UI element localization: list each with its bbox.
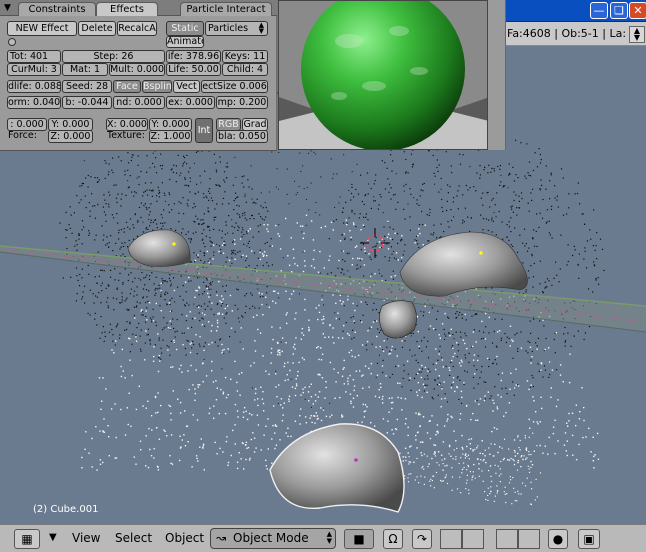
select-arrows-icon: ▲ ▼ bbox=[258, 21, 264, 35]
step-field[interactable]: Step: 26 bbox=[62, 50, 165, 63]
face-toggle[interactable]: Face bbox=[113, 80, 141, 93]
pivot-icon[interactable]: Ω bbox=[383, 529, 403, 549]
int-toggle[interactable]: Int bbox=[195, 118, 213, 143]
force-label: Force: bbox=[8, 130, 37, 141]
render-preview-icon[interactable]: ▣ bbox=[578, 529, 600, 549]
recalc-all-button[interactable]: RecalcA bbox=[117, 21, 157, 36]
normal-field[interactable]: orm: 0.040 bbox=[7, 96, 61, 109]
menu-collapse-icon[interactable]: ▼ bbox=[49, 532, 57, 543]
fish-mesh-right bbox=[399, 231, 528, 297]
mult-field[interactable]: Mult: 0.000 bbox=[109, 63, 165, 76]
minimize-icon[interactable]: — bbox=[590, 2, 608, 19]
fish-mesh-left bbox=[127, 229, 191, 267]
particle-effects-panel: ▼ Constraints Effects Particle Interact … bbox=[0, 0, 277, 151]
fish-mesh-bottom-selected bbox=[269, 423, 405, 513]
texture-label: Texture: bbox=[107, 130, 145, 141]
manipulator-icon[interactable]: ↷ bbox=[412, 529, 432, 549]
total-particles-field[interactable]: Tot: 401 bbox=[7, 50, 61, 63]
obj-field[interactable]: b: -0.044 bbox=[62, 96, 112, 109]
mode-value: Object Mode bbox=[233, 531, 309, 545]
tex-field[interactable]: ex: 0.000 bbox=[166, 96, 215, 109]
scene-stats: Fa:4608 | Ob:5-1 | La: bbox=[507, 27, 627, 40]
child-field[interactable]: Child: 4 bbox=[222, 63, 268, 76]
draw-type-icon[interactable]: ■ bbox=[344, 529, 374, 549]
menu-select[interactable]: Select bbox=[115, 531, 152, 545]
preview-sphere-render bbox=[279, 1, 487, 149]
force-z-field[interactable]: Z: 0.000 bbox=[48, 130, 93, 143]
editor-type-icon[interactable]: ▦ bbox=[14, 529, 40, 549]
tab-particle-interact[interactable]: Particle Interact bbox=[180, 2, 272, 16]
delete-effect-button[interactable]: Delete bbox=[78, 21, 116, 36]
vect-size-field[interactable]: ectSize 0.006 bbox=[201, 80, 268, 93]
animate-toggle[interactable]: Animate bbox=[166, 36, 204, 48]
menu-object[interactable]: Object bbox=[165, 531, 204, 545]
ground-plane bbox=[0, 245, 646, 333]
lifetime-field[interactable]: ife: 378.96 bbox=[166, 50, 221, 63]
close-icon[interactable]: ✕ bbox=[629, 2, 646, 19]
layer-button-4[interactable] bbox=[518, 529, 540, 549]
menu-view[interactable]: View bbox=[72, 531, 100, 545]
new-effect-button[interactable]: NEW Effect bbox=[7, 21, 77, 36]
3d-view-header: ▦ ▼ View Select Object ↝ Object Mode ▲ ▼ … bbox=[0, 524, 646, 552]
info-status-bar: Fa:4608 | Ob:5-1 | La: ▲ ▼ bbox=[505, 22, 646, 46]
toggle-dot-icon[interactable] bbox=[8, 38, 16, 46]
effect-type-select[interactable]: Particles ▲ ▼ bbox=[205, 21, 268, 36]
seed-field[interactable]: Seed: 28 bbox=[62, 80, 112, 93]
vect-toggle[interactable]: Vect bbox=[173, 80, 200, 93]
collapse-arrow-icon[interactable]: ▼ bbox=[4, 3, 11, 13]
texture-z-field[interactable]: Z: 1.000 bbox=[149, 130, 192, 143]
select-arrows-icon: ▲ ▼ bbox=[326, 530, 332, 545]
scene-select-arrows-icon[interactable]: ▲ ▼ bbox=[629, 26, 645, 43]
effect-type-value: Particles bbox=[208, 23, 249, 34]
material-field[interactable]: Mat: 1 bbox=[62, 63, 108, 76]
mode-select[interactable]: ↝ Object Mode ▲ ▼ bbox=[210, 528, 336, 549]
damp-field[interactable]: mp: 0.200 bbox=[216, 96, 268, 109]
layer-button-3[interactable] bbox=[496, 529, 518, 549]
random-field[interactable]: nd: 0.000 bbox=[113, 96, 165, 109]
material-preview bbox=[278, 0, 488, 150]
panel-tab-row: ▼ Constraints Effects Particle Interact bbox=[0, 0, 277, 16]
randlife-field[interactable]: dlife: 0.088 bbox=[7, 80, 61, 93]
keys-field[interactable]: Keys: 11 bbox=[222, 50, 268, 63]
preview-side-strip bbox=[488, 0, 506, 150]
object-mode-icon: ↝ bbox=[216, 531, 227, 545]
layer-button-2[interactable] bbox=[462, 529, 484, 549]
static-toggle[interactable]: Static bbox=[166, 21, 204, 36]
tab-constraints[interactable]: Constraints bbox=[18, 2, 96, 16]
curmul-field[interactable]: CurMul: 3 bbox=[7, 63, 61, 76]
3d-cursor-icon bbox=[360, 228, 390, 258]
window-titlebar: — ❏ ✕ bbox=[505, 0, 646, 22]
active-object-label: (2) Cube.001 bbox=[33, 504, 99, 515]
tab-effects[interactable]: Effects bbox=[96, 2, 158, 16]
maximize-icon[interactable]: ❏ bbox=[610, 2, 628, 19]
nabla-field[interactable]: bla: 0.050 bbox=[216, 130, 268, 143]
fish-mesh-middle bbox=[379, 300, 417, 339]
life-field[interactable]: Life: 50.00 bbox=[166, 63, 221, 76]
bspline-toggle[interactable]: Bsplin bbox=[142, 80, 172, 93]
lock-icon[interactable]: ● bbox=[548, 529, 568, 549]
layer-button-1[interactable] bbox=[440, 529, 462, 549]
